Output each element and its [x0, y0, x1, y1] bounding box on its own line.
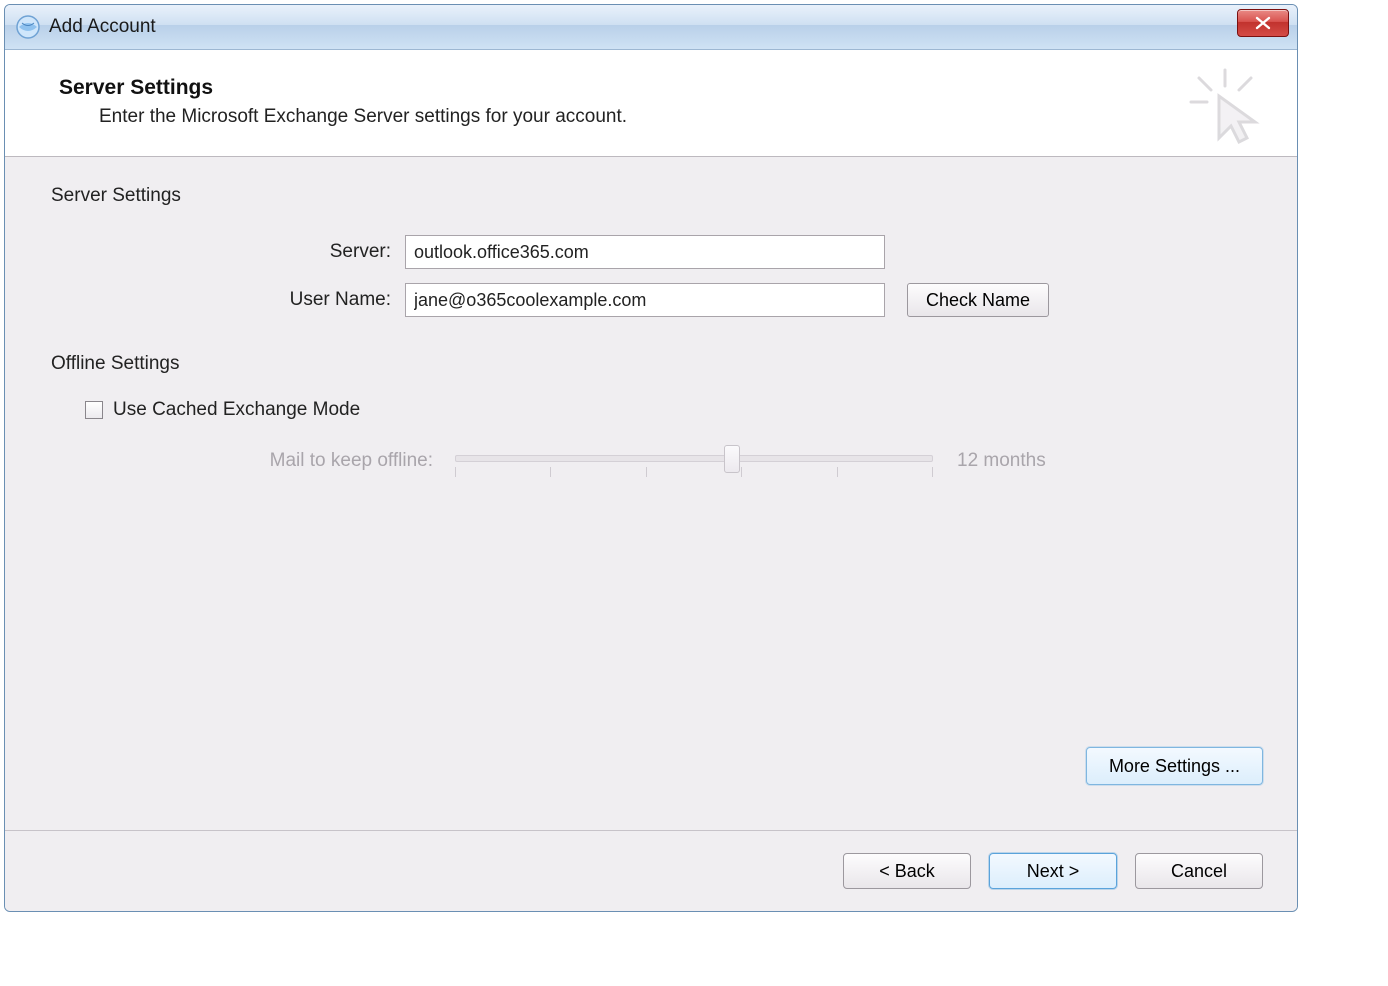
close-button[interactable]	[1237, 9, 1289, 37]
server-row: Server:	[51, 235, 1257, 269]
back-button[interactable]: < Back	[843, 853, 971, 889]
cancel-button[interactable]: Cancel	[1135, 853, 1263, 889]
cached-mode-row: Use Cached Exchange Mode	[85, 399, 1257, 421]
page-title: Server Settings	[59, 76, 1263, 100]
mail-offline-label: Mail to keep offline:	[51, 450, 455, 472]
check-name-button[interactable]: Check Name	[907, 283, 1049, 317]
next-button[interactable]: Next >	[989, 853, 1117, 889]
wizard-footer: < Back Next > Cancel	[5, 830, 1297, 911]
mail-offline-slider[interactable]	[455, 439, 933, 483]
window-title: Add Account	[49, 16, 156, 38]
wizard-header: Server Settings Enter the Microsoft Exch…	[5, 50, 1297, 157]
server-label: Server:	[51, 241, 405, 263]
server-input[interactable]	[405, 235, 885, 269]
more-settings-button[interactable]: More Settings ...	[1086, 747, 1263, 785]
close-icon	[1254, 16, 1272, 30]
add-account-dialog: Add Account Server Settings Enter the Mi…	[4, 4, 1298, 912]
offline-settings-group: Offline Settings Use Cached Exchange Mod…	[51, 353, 1257, 483]
app-icon	[15, 14, 41, 40]
mail-offline-value: 12 months	[957, 450, 1046, 472]
cached-mode-label: Use Cached Exchange Mode	[113, 399, 360, 421]
wizard-body: Server Settings Server: User Name: Check…	[5, 157, 1297, 483]
username-row: User Name: Check Name	[51, 283, 1257, 317]
cached-mode-checkbox[interactable]	[85, 401, 103, 419]
username-label: User Name:	[51, 289, 405, 311]
cursor-click-icon	[1189, 68, 1269, 148]
page-description: Enter the Microsoft Exchange Server sett…	[99, 106, 1263, 128]
title-bar: Add Account	[5, 5, 1297, 50]
server-settings-group-label: Server Settings	[51, 185, 1257, 207]
offline-settings-group-label: Offline Settings	[51, 353, 1257, 375]
username-input[interactable]	[405, 283, 885, 317]
mail-offline-row: Mail to keep offline: 12 months	[51, 439, 1257, 483]
